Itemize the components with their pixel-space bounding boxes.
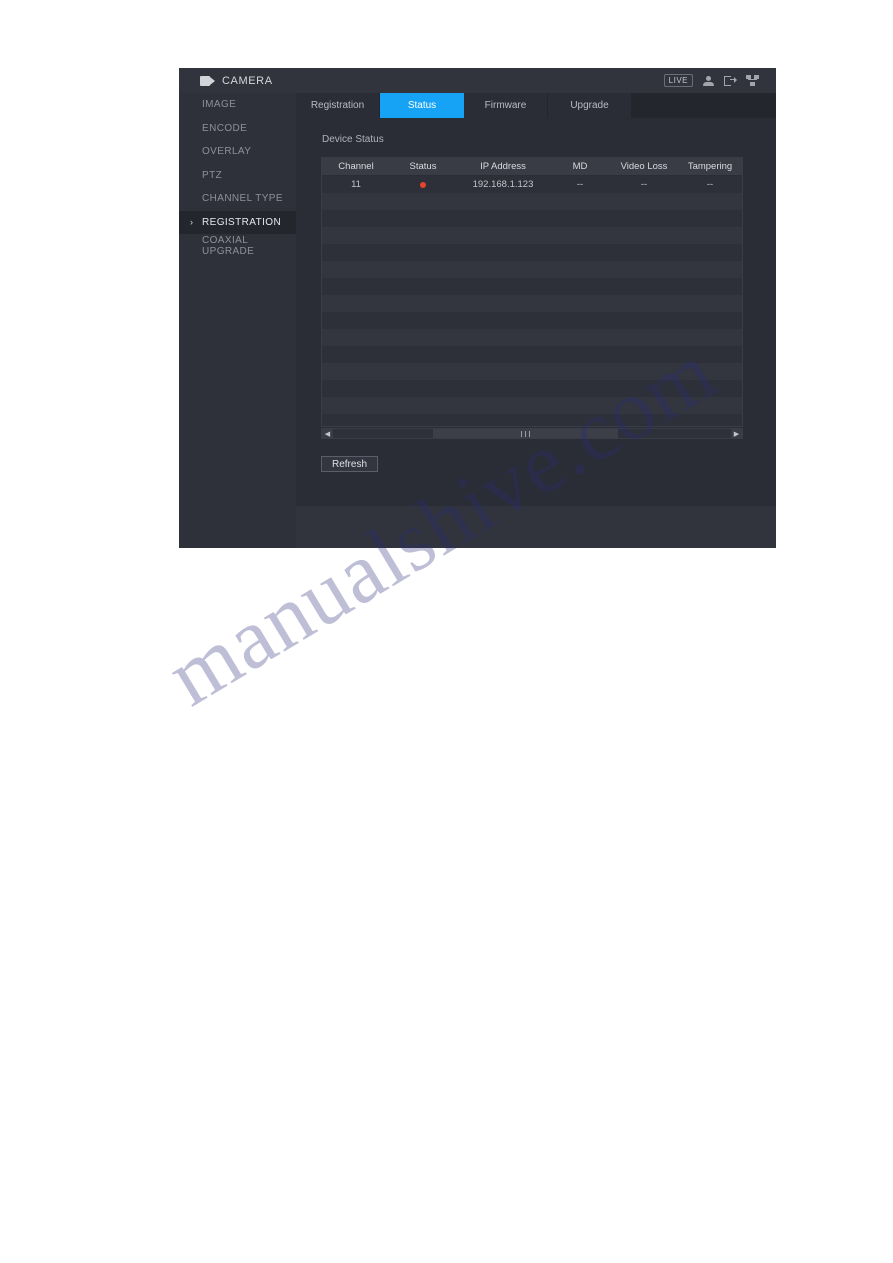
- chevron-right-icon: ›: [190, 216, 194, 227]
- sidebar-item-label: OVERLAY: [202, 146, 252, 158]
- tab-firmware[interactable]: Firmware: [464, 93, 548, 118]
- cell-status: [390, 176, 456, 193]
- cell-channel: 11: [351, 179, 361, 190]
- sidebar-item-encode[interactable]: ENCODE: [179, 117, 296, 141]
- table-row-empty: [322, 346, 742, 363]
- user-icon[interactable]: [702, 75, 715, 87]
- sidebar-item-label: ENCODE: [202, 122, 248, 134]
- table-row-empty: [322, 227, 742, 244]
- device-status-table: Channel Status IP Address MD Video Loss …: [321, 157, 743, 427]
- table-row-empty: [322, 295, 742, 312]
- tab-label: Firmware: [484, 100, 527, 111]
- sidebar-item-overlay[interactable]: OVERLAY: [179, 140, 296, 164]
- bottom-bar: [296, 506, 776, 548]
- content-pane: Registration Status Firmware Upgrade Dev…: [296, 93, 776, 548]
- table-header-row: Channel Status IP Address MD Video Loss …: [322, 158, 742, 176]
- sidebar-item-image[interactable]: IMAGE: [179, 93, 296, 117]
- status-alarm-icon: [420, 181, 426, 188]
- sidebar-item-coaxial-upgrade[interactable]: COAXIAL UPGRADE: [179, 234, 296, 258]
- cell-md: --: [576, 179, 584, 190]
- cell-ip-address: 192.168.1.123: [472, 179, 534, 190]
- camera-settings-window: CAMERA LIVE IMAGE ENCODE OVERLAY PTZ CHA…: [179, 68, 776, 548]
- table-row-empty: [322, 261, 742, 278]
- sidebar-item-ptz[interactable]: PTZ: [179, 164, 296, 188]
- title-bar-left: CAMERA: [200, 75, 273, 87]
- table-row-empty: [322, 414, 742, 426]
- sidebar-item-label: PTZ: [202, 169, 223, 181]
- column-header-video-loss: Video Loss: [620, 161, 668, 172]
- horizontal-scrollbar[interactable]: ◀ ▶: [321, 428, 743, 439]
- table-row-empty: [322, 210, 742, 227]
- column-header-ip-address: IP Address: [480, 161, 526, 172]
- table-row-empty: [322, 363, 742, 380]
- tab-label: Status: [407, 100, 437, 111]
- cell-video-loss: --: [640, 179, 648, 190]
- table-row-empty: [322, 244, 742, 261]
- status-panel: Device Status Channel Status IP Address …: [296, 118, 776, 531]
- title-bar: CAMERA LIVE: [179, 68, 776, 94]
- sidebar-item-channel-type[interactable]: CHANNEL TYPE: [179, 187, 296, 211]
- table-row-empty: [322, 312, 742, 329]
- sidebar: IMAGE ENCODE OVERLAY PTZ CHANNEL TYPE › …: [179, 93, 297, 548]
- tab-label: Upgrade: [570, 100, 609, 111]
- sidebar-item-label: IMAGE: [202, 99, 237, 111]
- scroll-right-arrow-icon[interactable]: ▶: [731, 429, 742, 438]
- video-camera-icon: [200, 75, 215, 86]
- title-bar-right: LIVE: [663, 74, 759, 87]
- table-row-empty: [322, 380, 742, 397]
- window-title: CAMERA: [222, 74, 273, 87]
- logout-icon[interactable]: [724, 75, 737, 87]
- tab-upgrade[interactable]: Upgrade: [548, 93, 632, 118]
- scrollbar-track[interactable]: [333, 429, 731, 438]
- refresh-button[interactable]: Refresh: [321, 456, 378, 472]
- panel-title: Device Status: [322, 134, 384, 145]
- tab-bar-filler: [632, 93, 776, 118]
- sidebar-item-label: REGISTRATION: [202, 216, 282, 228]
- column-header-md: MD: [572, 161, 588, 172]
- column-header-tampering: Tampering: [687, 161, 733, 172]
- live-badge[interactable]: LIVE: [663, 74, 693, 87]
- table-row-empty: [322, 278, 742, 295]
- column-header-status: Status: [409, 161, 437, 172]
- table-row[interactable]: 11 192.168.1.123 -- -- --: [322, 176, 742, 193]
- sidebar-item-registration[interactable]: › REGISTRATION: [179, 210, 296, 234]
- sidebar-item-label: CHANNEL TYPE: [202, 193, 283, 205]
- tab-bar: Registration Status Firmware Upgrade: [296, 93, 776, 118]
- tab-label: Registration: [310, 100, 365, 111]
- scrollbar-thumb[interactable]: [433, 429, 618, 438]
- table-row-empty: [322, 397, 742, 414]
- tab-status[interactable]: Status: [380, 93, 464, 118]
- table-body: 11 192.168.1.123 -- -- --: [322, 176, 742, 426]
- cell-tampering: --: [706, 179, 714, 190]
- table-row-empty: [322, 193, 742, 210]
- scroll-left-arrow-icon[interactable]: ◀: [322, 429, 333, 438]
- column-header-channel: Channel: [338, 161, 374, 172]
- tab-registration[interactable]: Registration: [296, 93, 380, 118]
- sidebar-item-label: COAXIAL UPGRADE: [202, 234, 255, 257]
- table-row-empty: [322, 329, 742, 346]
- network-icon[interactable]: [746, 74, 759, 87]
